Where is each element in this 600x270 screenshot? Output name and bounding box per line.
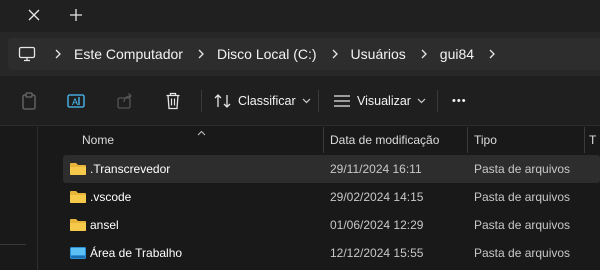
share-icon[interactable] (115, 91, 135, 111)
close-tab-button[interactable] (24, 5, 44, 25)
folder-icon (70, 163, 86, 175)
breadcrumb-usuarios[interactable]: Usuários (351, 38, 406, 70)
desktop-folder-icon (70, 247, 86, 259)
file-date: 29/11/2024 16:11 (330, 162, 422, 176)
computer-icon[interactable] (12, 38, 42, 70)
column-date-modified[interactable]: Data de modificação (330, 127, 468, 153)
folder-icon (70, 191, 86, 203)
more-options-button[interactable]: ••• (452, 89, 467, 113)
chevron-right-icon[interactable] (414, 38, 434, 70)
sort-button[interactable]: Classificar (214, 89, 311, 113)
breadcrumb[interactable]: Este Computador Disco Local (C:) Usuário… (8, 38, 600, 70)
column-separator[interactable] (467, 127, 468, 153)
sort-icon (214, 94, 231, 108)
svg-text:A: A (72, 97, 78, 107)
view-list-icon (334, 95, 350, 107)
file-type: Pasta de arquivos (474, 162, 571, 176)
file-row[interactable]: .Transcrevedor 29/11/2024 16:11 Pasta de… (63, 155, 600, 183)
file-date: 12/12/2024 15:55 (330, 246, 424, 260)
file-name: ansel (90, 218, 119, 232)
plus-icon (70, 9, 82, 21)
more-icon: ••• (452, 95, 467, 107)
paste-icon[interactable] (19, 91, 39, 111)
tab-strip (0, 0, 600, 32)
file-row[interactable]: .vscode 29/02/2024 14:15 Pasta de arquiv… (63, 183, 600, 211)
chevron-right-icon[interactable] (191, 38, 211, 70)
file-name: .vscode (90, 190, 132, 204)
column-size[interactable]: T (589, 127, 600, 153)
rename-icon[interactable]: A (66, 91, 86, 111)
file-type: Pasta de arquivos (474, 190, 571, 204)
file-row[interactable]: ansel 01/06/2024 12:29 Pasta de arquivos (63, 211, 600, 239)
column-type[interactable]: Tipo (474, 127, 584, 153)
trash-icon[interactable] (163, 91, 183, 111)
breadcrumb-gui84[interactable]: gui84 (440, 38, 474, 70)
sort-label: Classificar (238, 94, 296, 108)
folder-icon (70, 219, 86, 231)
file-list[interactable]: Nome Data de modificação Tipo T .Transcr… (39, 127, 600, 270)
file-date: 01/06/2024 12:29 (330, 218, 424, 232)
file-name: .Transcrevedor (90, 162, 171, 176)
column-separator[interactable] (584, 127, 585, 153)
file-row[interactable]: Área de Trabalho 12/12/2024 15:55 Pasta … (63, 239, 600, 267)
file-name: Área de Trabalho (90, 246, 183, 260)
column-name[interactable]: Nome (82, 127, 312, 153)
file-type: Pasta de arquivos (474, 218, 571, 232)
command-bar: A Classificar Visualizar ••• (0, 76, 600, 126)
chevron-right-icon[interactable] (482, 38, 502, 70)
breadcrumb-disco-local[interactable]: Disco Local (C:) (217, 38, 317, 70)
toolbar-divider (201, 90, 202, 112)
navigation-pane[interactable] (0, 127, 38, 270)
toolbar-divider (437, 90, 438, 112)
breadcrumb-este-computador[interactable]: Este Computador (74, 38, 183, 70)
chevron-down-icon (417, 98, 426, 104)
address-bar-row: Este Computador Disco Local (C:) Usuário… (0, 32, 600, 76)
chevron-right-icon[interactable] (325, 38, 345, 70)
chevron-down-icon (302, 98, 311, 104)
view-label: Visualizar (357, 94, 411, 108)
nav-divider (0, 244, 26, 245)
column-separator[interactable] (323, 127, 324, 153)
chevron-right-icon[interactable] (48, 38, 68, 70)
toolbar-divider (318, 90, 319, 112)
close-icon (28, 9, 40, 21)
file-date: 29/02/2024 14:15 (330, 190, 424, 204)
new-tab-button[interactable] (66, 5, 86, 25)
file-type: Pasta de arquivos (474, 246, 571, 260)
column-header: Nome Data de modificação Tipo T (39, 127, 600, 153)
view-button[interactable]: Visualizar (333, 89, 426, 113)
